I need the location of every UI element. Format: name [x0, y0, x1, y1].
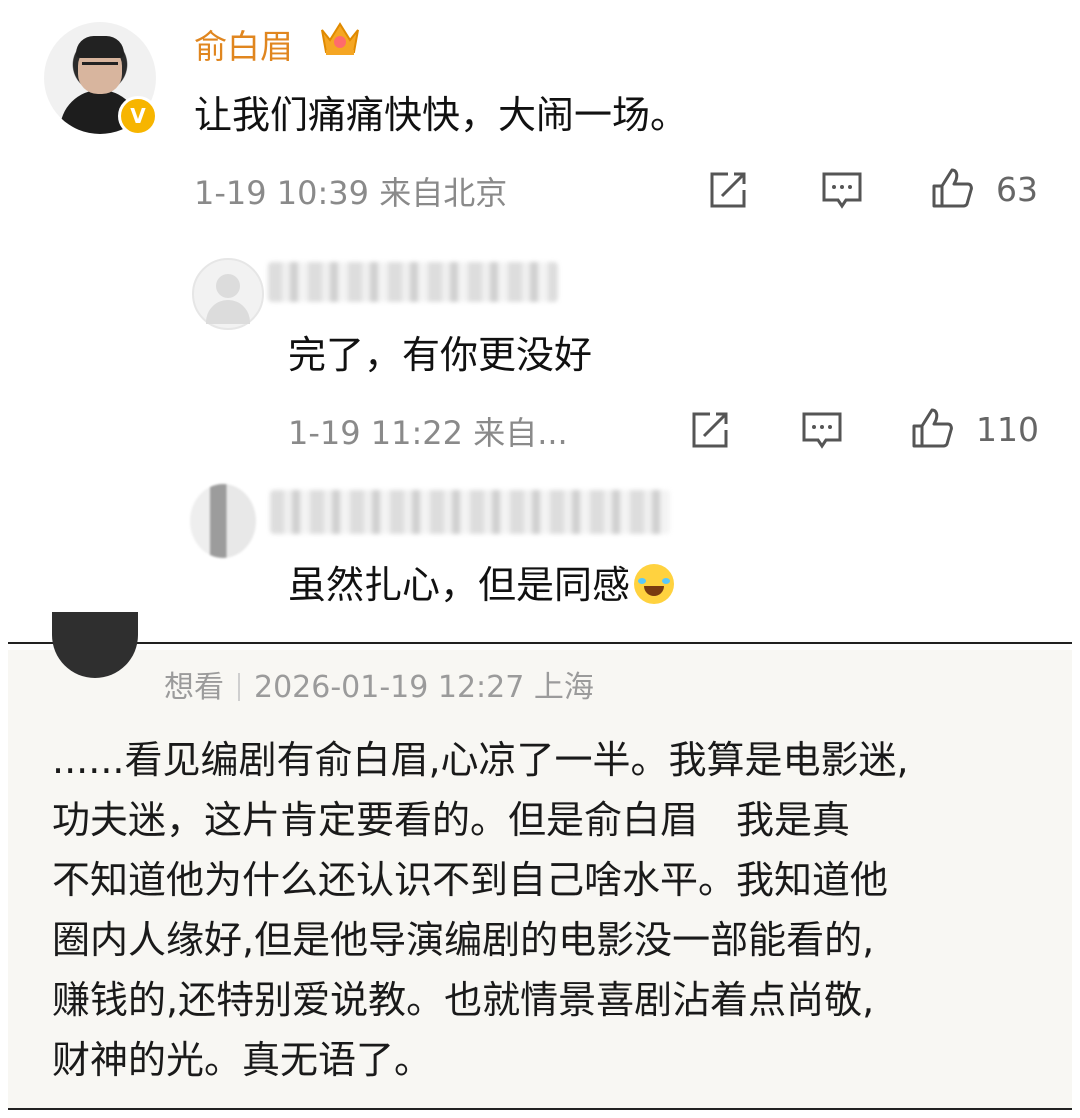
username[interactable]: 俞白眉: [194, 20, 293, 68]
reply-avatar-pixelated[interactable]: [190, 484, 256, 558]
verified-badge: V: [118, 96, 158, 136]
laugh-cry-emoji-icon: [634, 564, 675, 604]
like-count: 63: [996, 170, 1038, 209]
location: 来自北京: [379, 174, 508, 212]
avatar-hair: [76, 36, 124, 58]
reply-meta: 1-19 11:22 来自...: [288, 408, 568, 454]
reply-avatar[interactable]: [192, 258, 264, 330]
review-datetime: 2026-01-19 12:27: [254, 670, 525, 705]
section-divider-bottom: [8, 1108, 1072, 1110]
edit-icon[interactable]: [706, 168, 750, 212]
like-icon[interactable]: [930, 166, 974, 210]
reply-text: 完了，有你更没好: [288, 333, 593, 377]
review-text: ......看见编剧有俞白眉,心凉了一半。我算是电影迷, 功夫迷，这片肯定要看的…: [52, 738, 909, 1082]
review-location: 上海: [533, 670, 594, 705]
like-icon[interactable]: [910, 406, 954, 450]
section-divider: [8, 642, 1072, 644]
reply-username-blurred: [268, 262, 558, 302]
meta-separator: [238, 673, 240, 701]
reply-timestamp: 1-19 11:22: [288, 414, 464, 452]
reply-username-blurred: [270, 490, 670, 534]
review-meta: 想看 2026-01-19 12:27 上海: [164, 662, 594, 706]
post-text: 让我们痛痛快快，大闹一场。: [194, 93, 689, 137]
comment-icon[interactable]: [800, 408, 844, 452]
post-meta: 1-19 10:39 来自北京: [194, 168, 507, 214]
crown-icon: [321, 22, 359, 55]
comment-icon[interactable]: [820, 168, 864, 212]
review-status: 想看: [164, 670, 224, 705]
edit-icon[interactable]: [688, 408, 732, 452]
reply-text: 虽然扎心，但是同感: [288, 554, 675, 609]
timestamp: 1-19 10:39: [194, 174, 370, 212]
reply-text-content: 虽然扎心，但是同感: [288, 563, 631, 607]
avatar-glasses: [82, 62, 118, 73]
like-count: 110: [976, 410, 1039, 449]
reply-location: 来自...: [473, 414, 568, 452]
